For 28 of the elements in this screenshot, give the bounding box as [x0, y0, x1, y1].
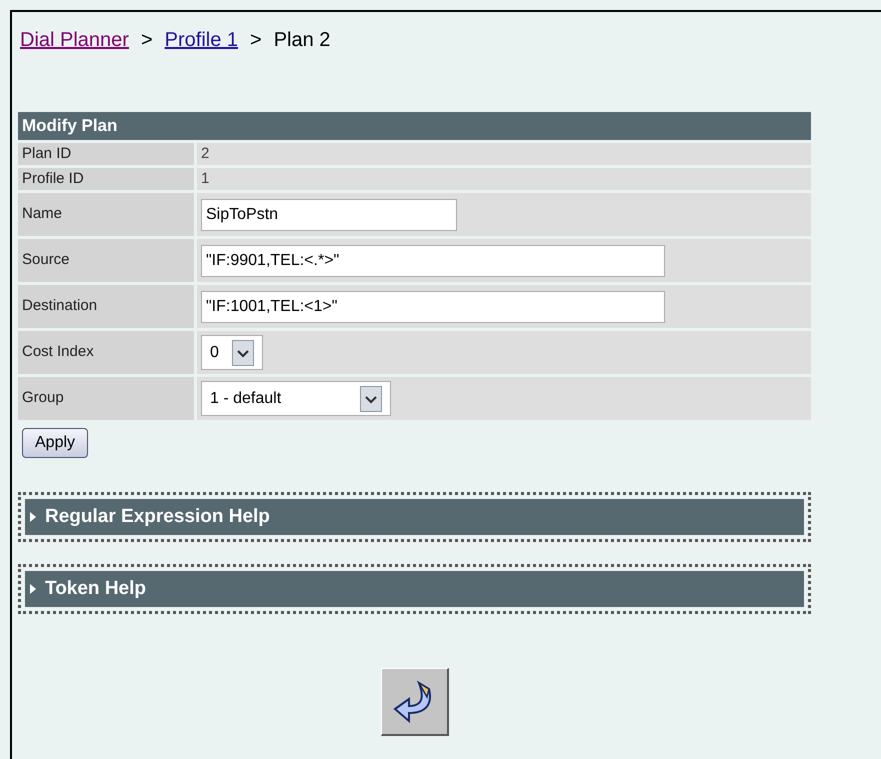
caret-right-icon	[29, 583, 37, 595]
input-field[interactable]: "IF:1001,TEL:<1>"	[201, 290, 665, 322]
help-section-header[interactable]: Regular Expression Help	[25, 499, 804, 535]
field-label: Name	[22, 204, 62, 224]
input-field[interactable]: SipToPstn	[201, 198, 457, 230]
apply-button[interactable]: Apply	[22, 428, 88, 458]
dropdown[interactable]: 1 - default	[201, 381, 391, 416]
field-label: Source	[22, 250, 70, 270]
field-value: 1	[201, 168, 210, 189]
back-button[interactable]	[380, 668, 448, 736]
field-value: 2	[201, 144, 210, 164]
chevron-down-icon	[360, 386, 382, 412]
breadcrumb-current: Plan 2	[274, 28, 330, 53]
input-field[interactable]: "IF:9901,TEL:<.*>"	[201, 244, 665, 276]
breadcrumb-link[interactable]: Profile 1	[164, 25, 238, 55]
breadcrumb-link[interactable]: Dial Planner	[20, 25, 129, 55]
field-label: Cost Index	[22, 342, 94, 362]
field-label: Plan ID	[22, 144, 72, 164]
breadcrumb-separator: >	[140, 28, 153, 53]
caret-right-icon	[29, 511, 37, 523]
field-label: Destination	[22, 296, 98, 316]
breadcrumb-separator: >	[250, 28, 262, 53]
dropdown[interactable]: 0	[201, 335, 263, 370]
field-label: Profile ID	[22, 168, 84, 189]
chevron-down-icon	[232, 340, 254, 366]
help-section-header[interactable]: Token Help	[25, 571, 804, 607]
field-label: Group	[22, 388, 64, 408]
panel-header: Modify Plan	[18, 112, 811, 140]
